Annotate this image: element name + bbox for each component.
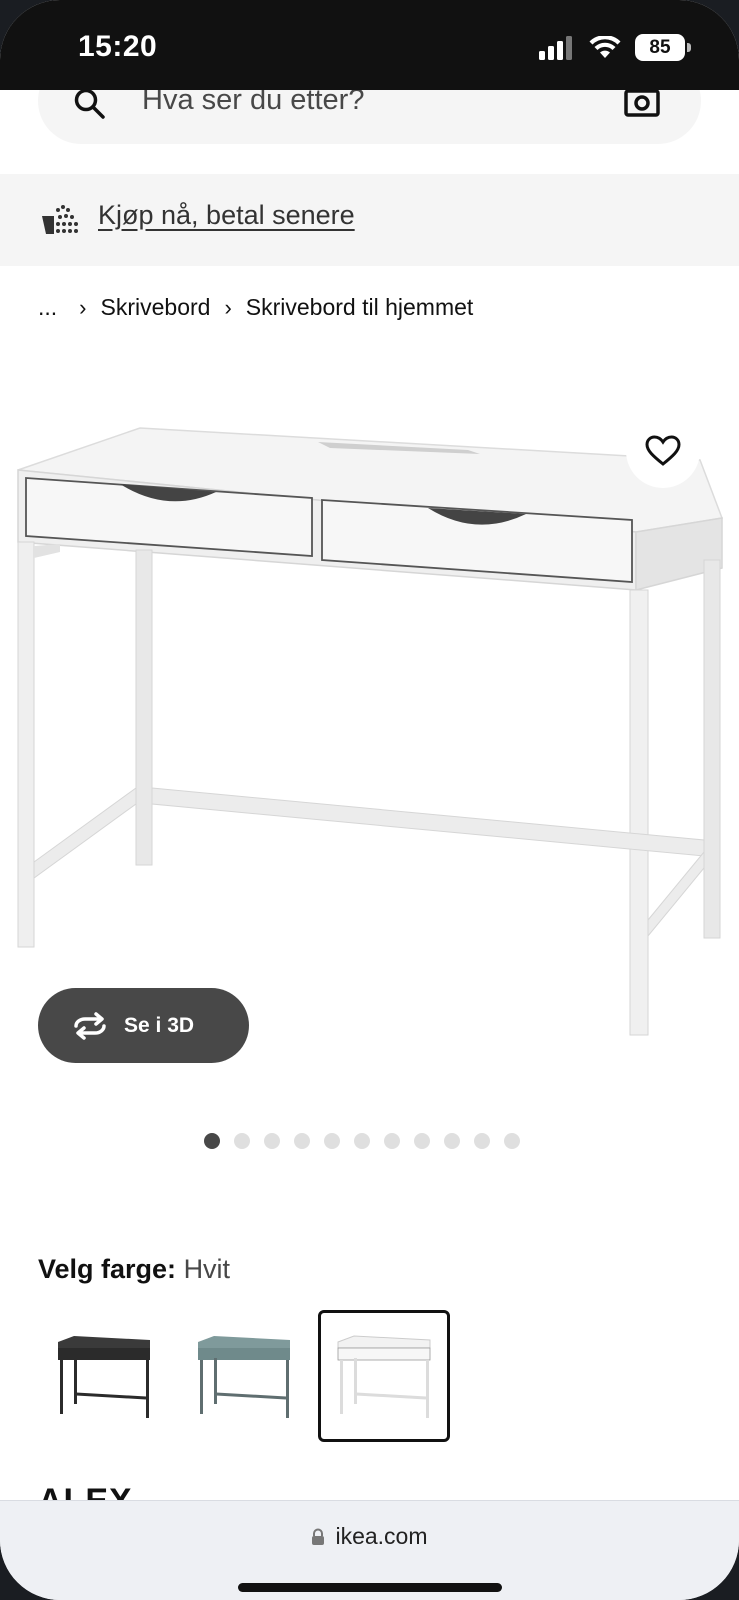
signal-icon bbox=[539, 35, 572, 60]
phone-screen: 15:20 85 Hva ser du etter? Kjøp nå, beta… bbox=[0, 0, 739, 1600]
breadcrumb-item-desks[interactable]: Skrivebord bbox=[101, 294, 211, 321]
chevron-right-icon: › bbox=[79, 294, 87, 320]
color-label: Velg farge: bbox=[38, 1254, 177, 1284]
payment-icon bbox=[42, 205, 78, 234]
color-swatches bbox=[38, 1310, 450, 1442]
wifi-icon bbox=[589, 35, 621, 58]
battery-indicator: 85 bbox=[635, 34, 691, 61]
carousel-dot[interactable] bbox=[233, 1133, 250, 1149]
carousel-dot[interactable] bbox=[353, 1133, 370, 1149]
breadcrumb: ... › Skrivebord › Skrivebord til hjemme… bbox=[38, 294, 473, 321]
carousel-dot[interactable] bbox=[263, 1133, 280, 1149]
image-carousel-dots bbox=[0, 1133, 731, 1149]
color-swatch-grey-turquoise[interactable] bbox=[178, 1310, 310, 1442]
chevron-right-icon: › bbox=[224, 294, 232, 320]
status-time: 15:20 bbox=[78, 30, 158, 63]
promo-banner: Kjøp nå, betal senere bbox=[0, 174, 739, 266]
carousel-dot[interactable] bbox=[203, 1133, 220, 1149]
breadcrumb-ellipsis[interactable]: ... bbox=[38, 294, 57, 321]
status-icons: 85 bbox=[539, 34, 691, 61]
wishlist-button[interactable] bbox=[626, 414, 700, 488]
carousel-dot[interactable] bbox=[293, 1133, 310, 1149]
url-display[interactable]: ikea.com bbox=[0, 1523, 739, 1550]
carousel-dot[interactable] bbox=[503, 1133, 520, 1149]
status-bar: 15:20 85 bbox=[0, 0, 739, 90]
home-indicator[interactable] bbox=[238, 1583, 502, 1592]
carousel-dot[interactable] bbox=[323, 1133, 340, 1149]
color-selector-label: Velg farge: Hvit bbox=[38, 1254, 230, 1285]
view-in-3d-button[interactable]: Se i 3D bbox=[38, 988, 249, 1063]
color-swatch-white[interactable] bbox=[318, 1310, 450, 1442]
carousel-dot[interactable] bbox=[473, 1133, 490, 1149]
carousel-dot[interactable] bbox=[443, 1133, 460, 1149]
color-swatch-black-brown[interactable] bbox=[38, 1310, 170, 1442]
buy-now-pay-later-link[interactable]: Kjøp nå, betal senere bbox=[98, 200, 355, 231]
view-in-3d-label: Se i 3D bbox=[124, 1013, 195, 1037]
carousel-dot[interactable] bbox=[413, 1133, 430, 1149]
breadcrumb-item-home-desks[interactable]: Skrivebord til hjemmet bbox=[246, 294, 474, 321]
lock-icon bbox=[312, 1528, 325, 1545]
browser-address-bar[interactable]: ikea.com bbox=[0, 1500, 739, 1600]
carousel-dot[interactable] bbox=[383, 1133, 400, 1149]
url-text: ikea.com bbox=[335, 1523, 428, 1549]
selected-color-value: Hvit bbox=[183, 1254, 231, 1284]
search-icon bbox=[74, 88, 105, 119]
heart-icon bbox=[645, 435, 681, 466]
rotate-3d-icon bbox=[74, 1011, 106, 1040]
product-image[interactable] bbox=[0, 400, 739, 1080]
